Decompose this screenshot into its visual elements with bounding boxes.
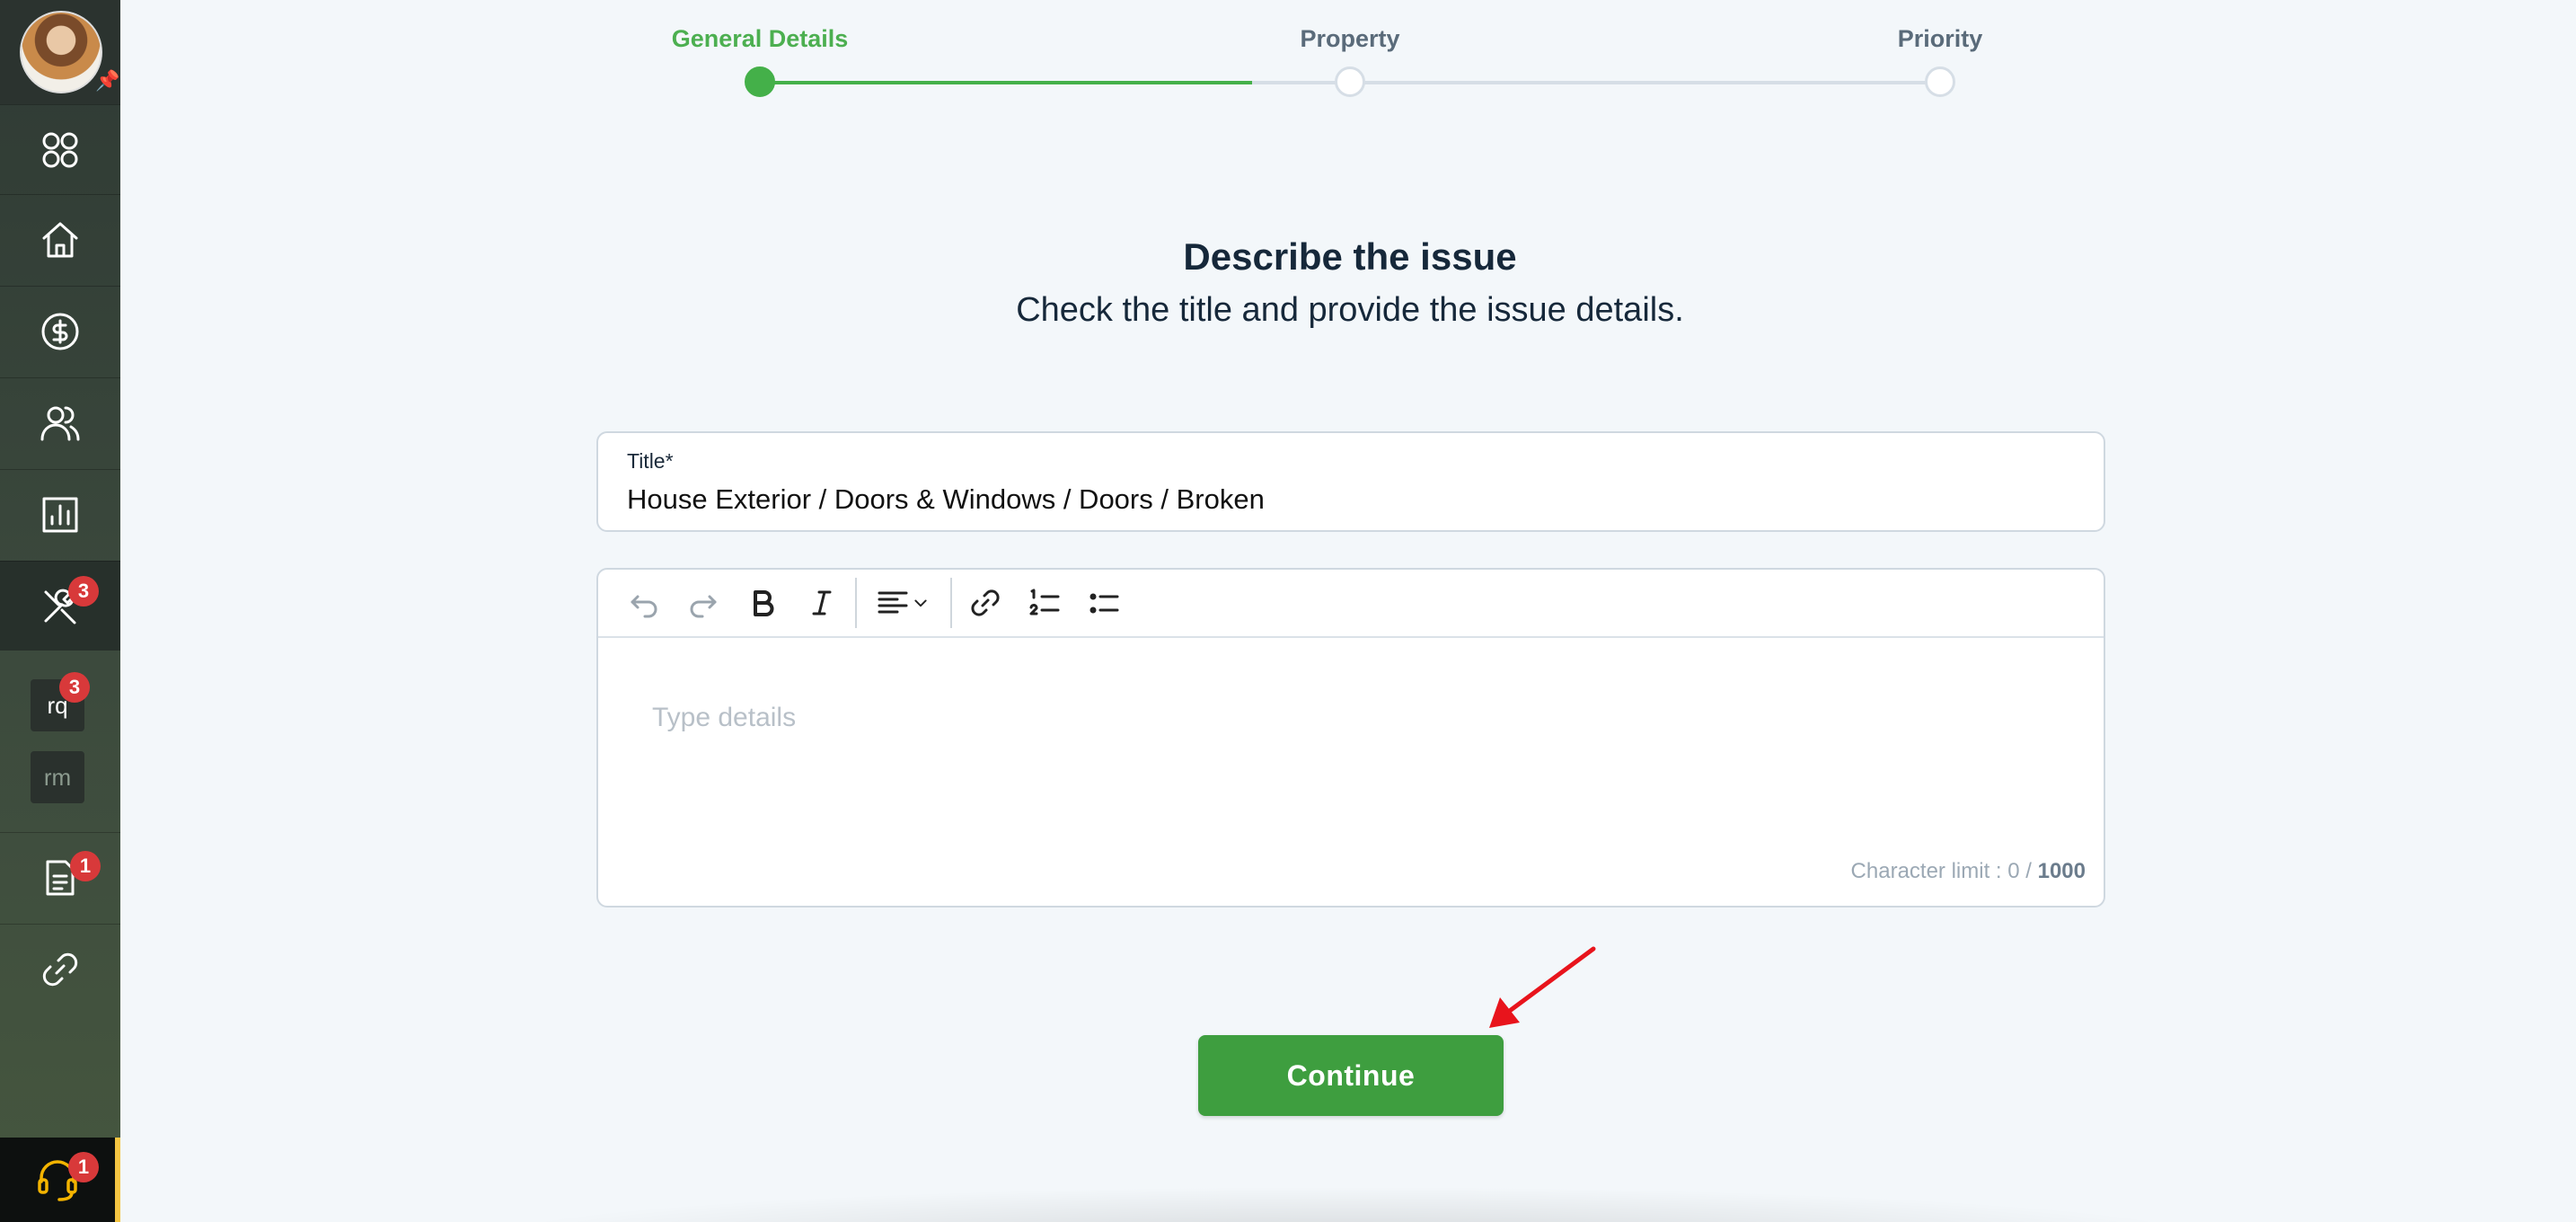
undo-button[interactable] (614, 576, 674, 630)
apps-grid-icon (42, 132, 78, 167)
avatar-area: 📌 (0, 0, 120, 104)
pin-icon[interactable]: 📌 (95, 70, 119, 92)
title-label: Title* (627, 449, 674, 473)
bold-icon (754, 590, 774, 616)
step-label-priority[interactable]: Priority (1898, 25, 1983, 53)
support-badge: 1 (68, 1152, 99, 1182)
page-title: Describe the issue (1183, 235, 1517, 278)
rq-badge: 3 (59, 672, 90, 703)
stepper-track-completed (760, 81, 1252, 84)
title-input[interactable] (627, 483, 2064, 516)
sidebar-item-maintenance[interactable]: 3 (0, 561, 120, 651)
align-dropdown[interactable] (860, 576, 947, 630)
page-subtitle: Check the title and provide the issue de… (1016, 291, 1684, 329)
bold-button[interactable] (733, 576, 792, 630)
step-dot-priority[interactable] (1925, 66, 1955, 97)
link-icon (42, 952, 78, 986)
avatar[interactable] (20, 11, 102, 93)
redo-button[interactable] (674, 576, 733, 630)
bullet-list-icon (1090, 593, 1119, 614)
details-editor[interactable]: Type details Character limit : 0 / 1000 (596, 568, 2105, 908)
step-dot-general-details[interactable] (745, 66, 775, 97)
sidebar: 📌 3 rq 3 rm 1 (0, 0, 120, 1222)
sidebar-item-people[interactable] (0, 377, 120, 467)
bullet-list-button[interactable] (1074, 576, 1134, 630)
annotation-arrow-icon (1489, 946, 1596, 1028)
italic-button[interactable] (792, 576, 851, 630)
character-limit-label: Character limit : 0 / (1850, 859, 2032, 883)
users-icon (40, 406, 80, 440)
toolbar-separator (855, 578, 857, 628)
documents-badge: 1 (70, 851, 101, 881)
sidebar-tile-rm[interactable]: rm (31, 751, 84, 803)
maintenance-badge: 3 (68, 576, 99, 607)
character-limit-max: 1000 (2037, 859, 2086, 883)
step-label-property[interactable]: Property (1300, 25, 1399, 53)
redo-icon (690, 595, 717, 618)
sidebar-item-apps[interactable] (0, 104, 120, 194)
support-button[interactable]: 1 (0, 1138, 115, 1222)
toolbar-separator (950, 578, 952, 628)
editor-toolbar (598, 570, 2104, 638)
align-left-icon (878, 591, 908, 614)
footer-shadow (467, 1186, 2228, 1222)
support-accent-bar (115, 1138, 120, 1222)
ordered-list-icon (1029, 589, 1060, 615)
ordered-list-button[interactable] (1015, 576, 1074, 630)
title-field[interactable]: Title* (596, 431, 2105, 532)
chevron-down-icon (914, 599, 927, 607)
details-textarea[interactable]: Type details (652, 703, 796, 733)
link-button[interactable] (956, 576, 1015, 630)
sidebar-item-reports[interactable] (0, 469, 120, 559)
step-dot-property[interactable] (1335, 66, 1365, 97)
continue-button[interactable]: Continue (1198, 1035, 1504, 1116)
italic-icon (812, 590, 832, 615)
link-icon (971, 589, 1000, 616)
step-label-general-details[interactable]: General Details (672, 25, 849, 53)
sidebar-item-links[interactable] (0, 924, 120, 1014)
bar-chart-icon (42, 497, 78, 532)
sidebar-item-documents[interactable]: 1 (0, 832, 120, 922)
undo-icon (631, 595, 657, 618)
character-limit: Character limit : 0 / 1000 (1851, 859, 2086, 884)
